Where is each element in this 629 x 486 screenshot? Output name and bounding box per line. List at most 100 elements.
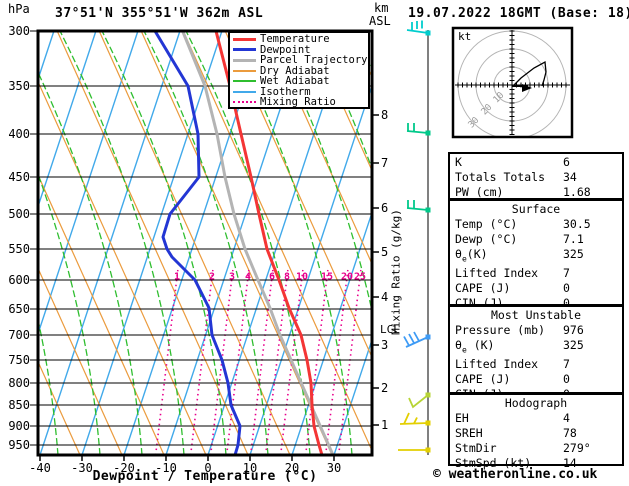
info-row-label: Lifted Index: [455, 357, 539, 372]
mixing-ratio-tick-label: 1: [173, 271, 181, 283]
wind-barb: [399, 412, 431, 426]
info-row-value: 279°: [563, 441, 591, 455]
wind-barb-dot: [425, 420, 431, 426]
info-row: Lifted Index 7: [455, 357, 617, 372]
legend-item-label: Temperature: [260, 33, 330, 45]
info-row: Pressure (mb) 976: [455, 323, 617, 338]
info-row-value: 30.5: [563, 217, 591, 231]
info-row-label: θe(K): [455, 247, 488, 264]
dewpoint-line-sample: [233, 48, 256, 52]
temperature-tick-label: -40: [29, 461, 51, 475]
info-row: PW (cm) 1.68: [455, 185, 617, 200]
wind-barb-shaft: [408, 394, 429, 409]
mixing-ratio-tick-label: 10: [295, 271, 309, 283]
info-row: θe (K) 325: [455, 338, 617, 357]
pressure-tick-label: 600: [8, 273, 30, 287]
wind-barb: [406, 200, 431, 213]
pressure-tick-label: 900: [8, 419, 30, 433]
skewt-sounding-page: hPa 37°51'N 355°51'W 362m ASL km ASL 19.…: [0, 0, 629, 486]
info-row-label: CAPE (J): [455, 372, 511, 387]
info-box-indices: K 6 Totals Totals 34 PW (cm) 1.68: [448, 152, 624, 200]
info-row: CAPE (J) 0: [455, 281, 617, 296]
mixing-ratio-line: [337, 269, 362, 455]
info-box-title: Surface: [511, 202, 561, 216]
mixing-ratio-line: [225, 269, 250, 455]
info-row-value: 0: [563, 281, 570, 296]
wind-barb: [406, 123, 431, 136]
pressure-tick-label: 350: [8, 79, 30, 93]
info-row: SREH 78: [455, 426, 617, 441]
pressure-tick-label: 800: [8, 376, 30, 390]
legend-item-label: Mixing Ratio: [260, 96, 336, 108]
info-row: StmDir 279°: [455, 441, 617, 456]
legend-item-label: Parcel Trajectory: [260, 54, 368, 66]
info-row-label: θe (K): [455, 338, 495, 355]
mixing-ratio-tick-label: 2: [208, 271, 216, 283]
info-row: Totals Totals 34: [455, 170, 617, 185]
wind-barb-feather: [408, 333, 415, 344]
wind-barb: [408, 392, 431, 409]
info-row-value: 325: [563, 247, 584, 261]
legend: Temperature Dewpoint Parcel Trajectory Dry …: [228, 31, 370, 109]
wind-barb: [398, 447, 431, 453]
info-row: θe(K) 325: [455, 247, 617, 266]
wind-barb-feather: [413, 331, 420, 342]
info-row-label: EH: [455, 411, 469, 425]
info-row-label: Dewp (°C): [455, 232, 518, 246]
mixing-ratio-tick-label: 8: [283, 271, 291, 283]
info-row-value: 1.68: [563, 185, 591, 199]
copyright: © weatheronline.co.uk: [433, 467, 598, 482]
run-date: 19.07.2022 18GMT (Base: 18): [408, 6, 629, 21]
info-row: K6: [455, 155, 617, 170]
mixing-ratio-line-sample: [233, 101, 256, 104]
pressure-tick-label: 500: [8, 207, 30, 221]
x-axis-title: Dewpoint / Temperature (°C): [92, 469, 318, 484]
info-row: Dewp (°C) 7.1: [455, 232, 617, 247]
legend-item: Mixing Ratio: [233, 97, 368, 108]
km-tick-label: 7: [381, 156, 389, 170]
info-row-label-sub: e: [461, 345, 467, 355]
km-tick-label: 1: [381, 418, 389, 432]
info-row: CAPE (J) 0: [455, 372, 617, 387]
pressure-tick-label: 400: [8, 127, 30, 141]
info-box-most-unstable: Most Unstable Pressure (mb) 976 θe (K) 325 Li…: [448, 305, 624, 401]
temperature-tick-label: -30: [71, 461, 93, 475]
temperature-line-sample: [233, 37, 256, 41]
legend-item: Parcel Trajectory: [233, 55, 368, 66]
info-row-label: SREH: [455, 426, 483, 440]
info-row-value: 78: [563, 426, 577, 440]
pressure-tick-label: 650: [8, 302, 30, 316]
station-title: 37°51'N 355°51'W 362m ASL: [55, 6, 264, 21]
wind-barb-shaft: [406, 207, 429, 211]
pressure-tick-label: 750: [8, 353, 30, 367]
wet-adiabat-line-sample: [233, 80, 256, 83]
mixing-ratio-line: [304, 269, 329, 455]
wind-barb-dot: [425, 392, 431, 398]
info-row-value: 4: [563, 411, 570, 425]
wind-barb-shaft: [406, 29, 429, 34]
mixing-ratio-tick-label: 3: [228, 271, 236, 283]
info-row-value: 7.1: [563, 232, 584, 246]
km-tick-label: 8: [381, 108, 389, 122]
info-row-label-sub: e: [461, 254, 467, 264]
info-row-value: 0: [563, 372, 570, 387]
info-row-value: 7: [563, 357, 570, 372]
info-row-label: CAPE (J): [455, 281, 511, 296]
legend-item: Wet Adiabat: [233, 76, 368, 87]
pressure-axis-unit: hPa: [8, 2, 30, 16]
wind-barb-dot: [425, 334, 431, 340]
km-tick-label: 6: [381, 201, 389, 215]
mixing-ratio-tick-label: 4: [244, 271, 252, 283]
hodograph-unit-label: kt: [458, 30, 472, 43]
info-row-label: Temp (°C): [455, 217, 518, 231]
info-box-surface: Surface Temp (°C) 30.5 Dewp (°C) 7.1 θe(K) 325…: [448, 199, 624, 310]
pressure-tick-label: 950: [8, 438, 30, 452]
wind-barb-shaft: [406, 130, 429, 134]
wind-barb-dot: [425, 447, 431, 453]
info-box-hodograph: Hodograph EH 4 SREH 78 StmDir 279° StmSpd (kt) 1…: [448, 393, 624, 470]
info-row-value: 6: [563, 155, 570, 169]
mixing-ratio-tick-label: 25: [353, 271, 367, 283]
info-row-value: 325: [563, 338, 584, 352]
wind-barb: [406, 20, 431, 36]
info-row-label: PW (cm): [455, 185, 504, 199]
